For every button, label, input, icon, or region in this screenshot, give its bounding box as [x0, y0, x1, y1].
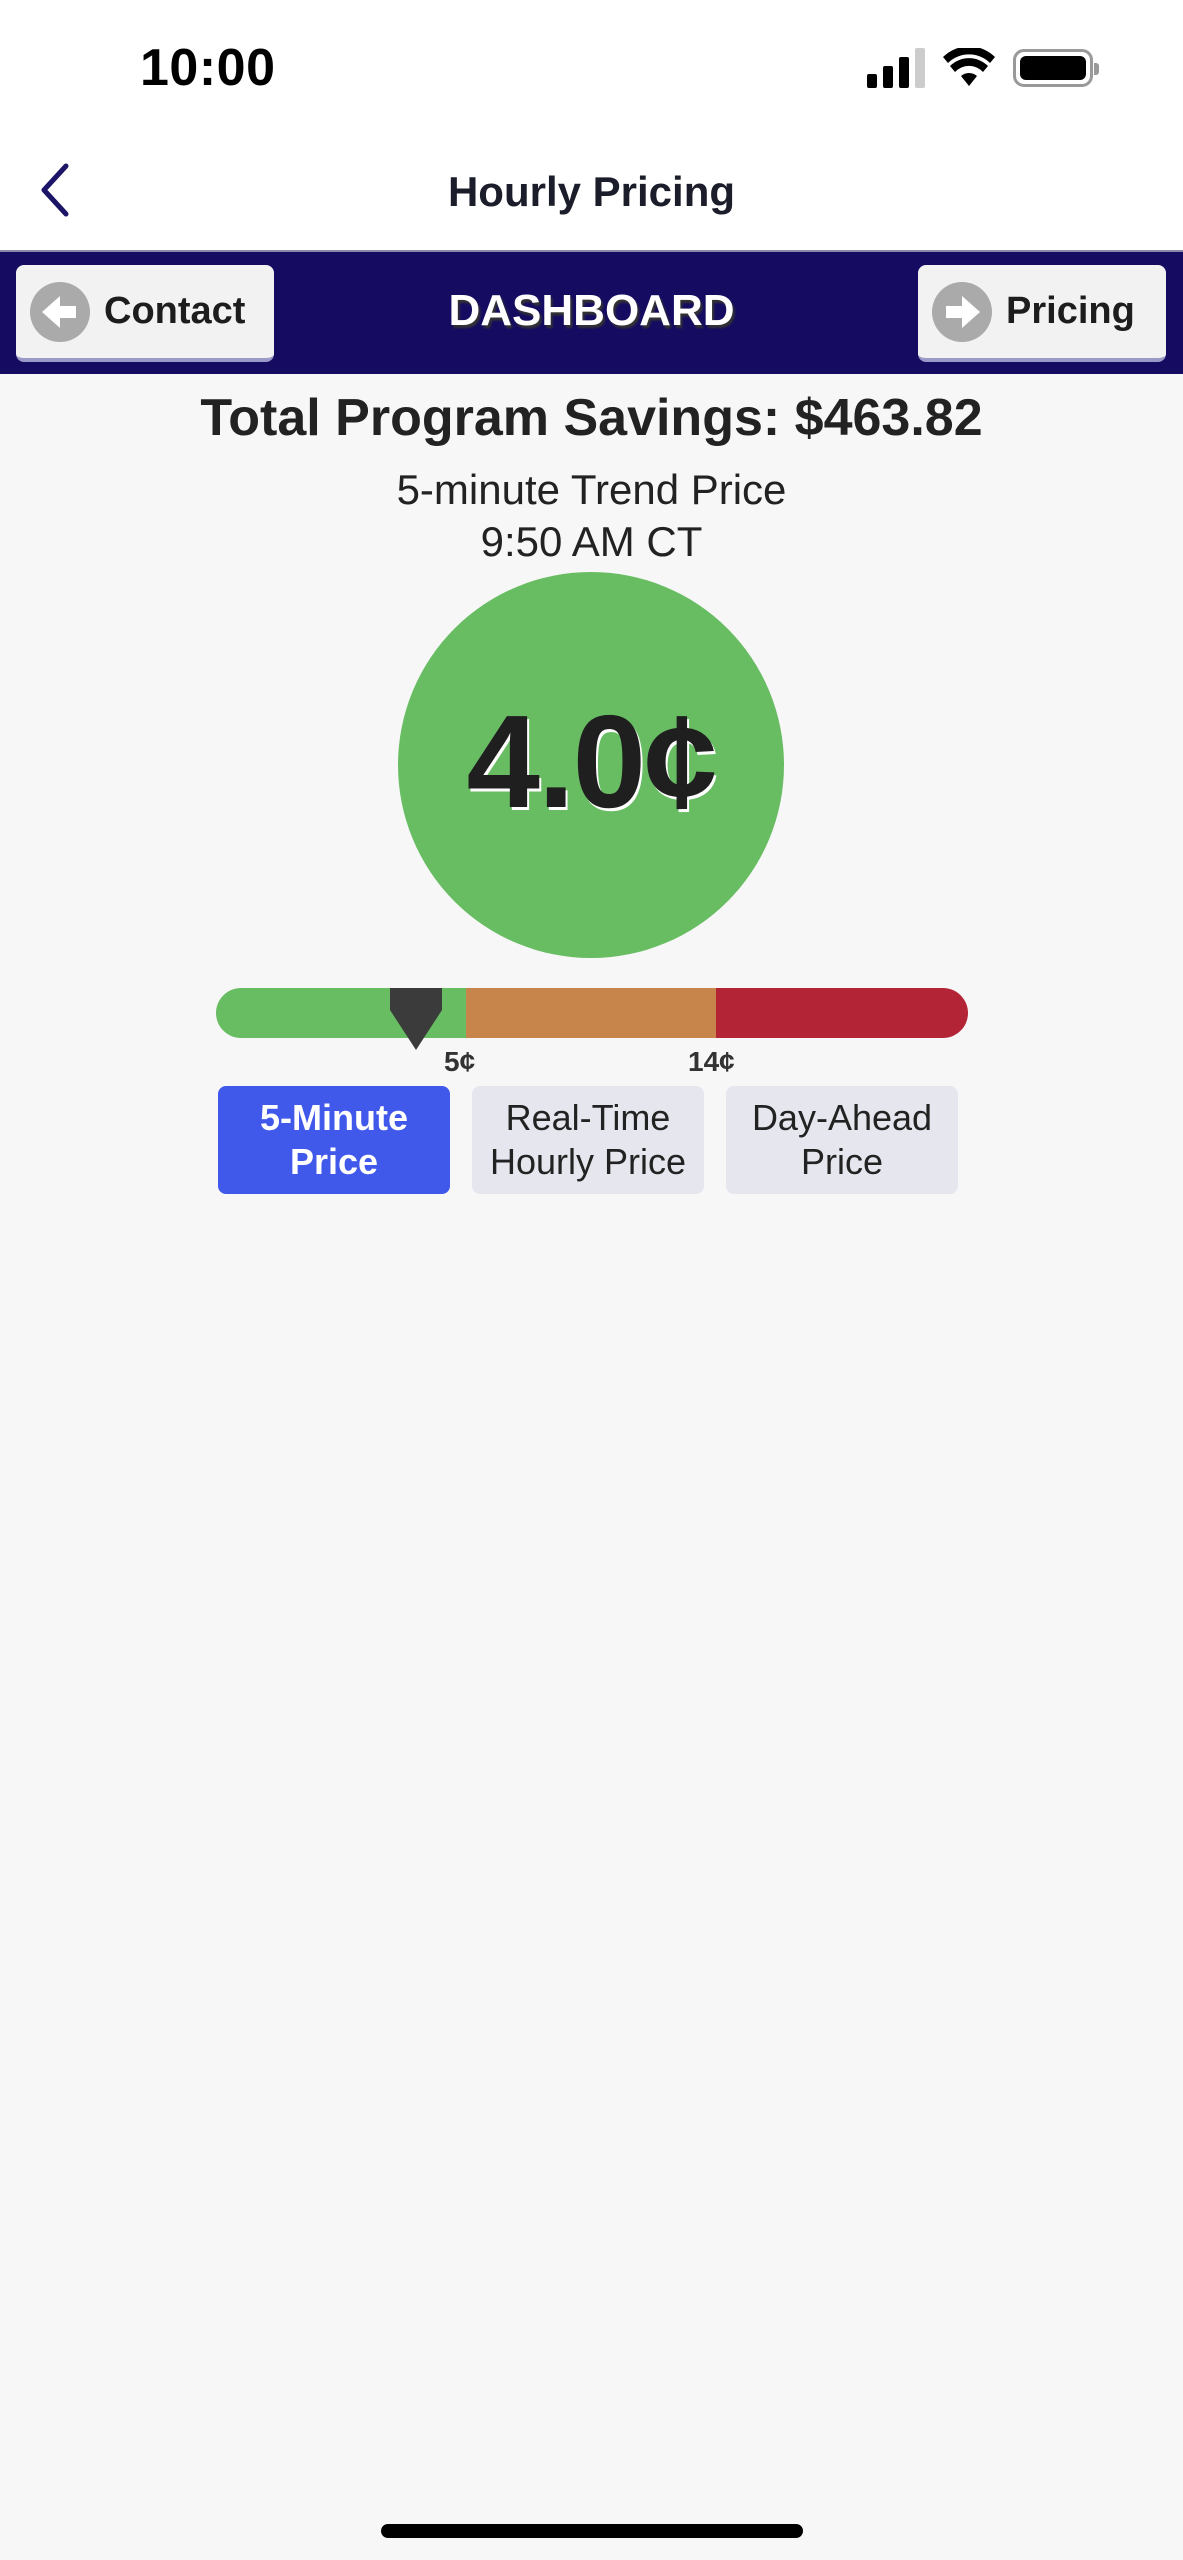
cellular-signal-icon	[867, 48, 925, 88]
gauge-tick-label: 14¢	[688, 1046, 735, 1077]
status-time: 10:00	[140, 39, 276, 97]
navigation-bar: Hourly Pricing	[0, 130, 1183, 250]
dashboard-bar: Contact DASHBOARD Pricing	[0, 250, 1183, 374]
current-price: 4.0¢	[466, 687, 718, 835]
price-gauge: 5¢ 14¢	[216, 988, 968, 1077]
wifi-icon	[943, 48, 995, 86]
arrow-right-circle-icon	[932, 281, 992, 342]
total-savings: Total Program Savings: $463.82	[200, 389, 983, 447]
pricing-button-label: Pricing	[1006, 290, 1135, 332]
trend-label: 5-minute Trend Price	[396, 466, 787, 513]
gauge-tick-label: 5¢	[444, 1046, 476, 1077]
tab-label-line1: Day-Ahead	[751, 1097, 933, 1138]
tab-label-line2: Price	[800, 1141, 883, 1182]
price-circle: 4.0¢	[398, 572, 784, 958]
gauge-zone-medium	[466, 988, 716, 1038]
tab-label-line1: Real-Time	[505, 1097, 671, 1138]
tab-label-line1: 5-Minute	[260, 1097, 408, 1138]
home-indicator[interactable]	[381, 2524, 803, 2538]
gauge-zone-high	[716, 988, 968, 1038]
tab-real-time-hourly-price[interactable]: Real-Time Hourly Price	[472, 1086, 704, 1194]
status-bar: 10:00	[0, 0, 1183, 130]
pricing-button[interactable]: Pricing	[918, 265, 1166, 362]
gauge-pointer-icon	[390, 988, 442, 1050]
trend-time: 9:50 AM CT	[480, 518, 703, 565]
tab-label-line2: Price	[289, 1141, 379, 1182]
tab-label-line2: Hourly Price	[489, 1141, 687, 1182]
battery-icon	[1013, 49, 1099, 87]
gauge-bar	[216, 988, 968, 1038]
main-content: Total Program Savings: $463.82 5-minute …	[0, 374, 1183, 1194]
tab-day-ahead-price[interactable]: Day-Ahead Price	[726, 1086, 958, 1194]
page-title: Hourly Pricing	[447, 168, 736, 215]
tab-5-minute-price[interactable]: 5-Minute Price	[218, 1086, 450, 1194]
price-type-tabs: 5-Minute Price Real-Time Hourly Price Day-…	[218, 1086, 958, 1194]
status-icons	[867, 48, 1099, 88]
